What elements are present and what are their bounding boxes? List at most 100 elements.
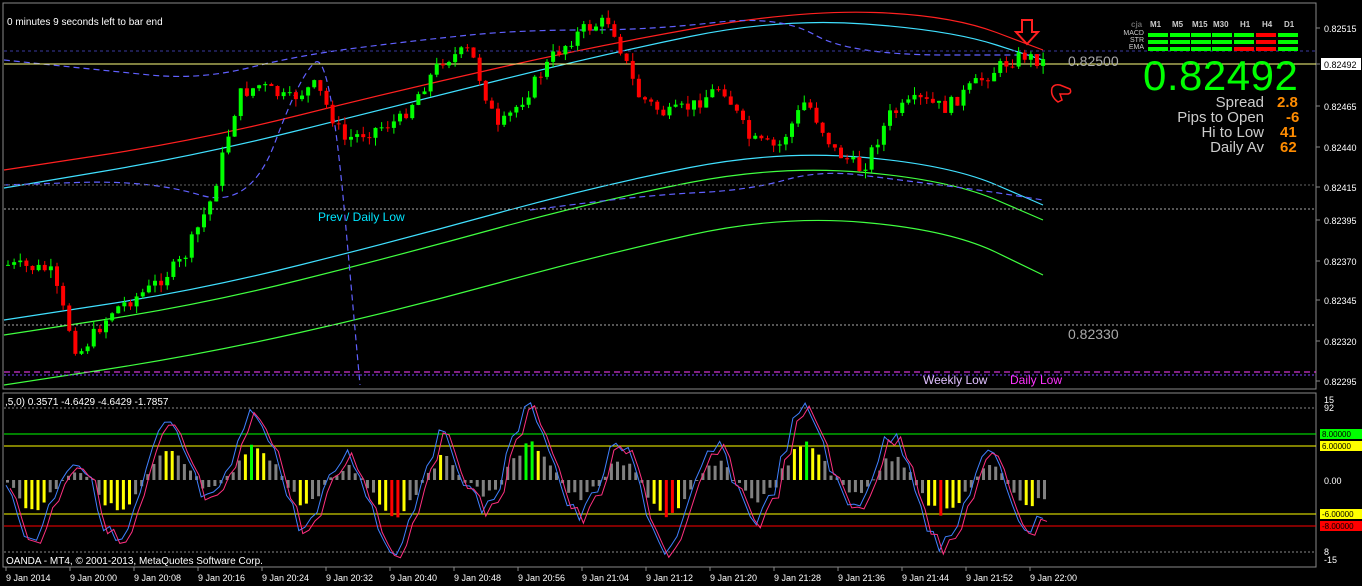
signal-cell (1234, 40, 1254, 44)
histogram-bar (396, 480, 400, 518)
candle-body (373, 127, 378, 138)
histogram-bar (933, 480, 937, 506)
candle-body (318, 80, 323, 91)
histogram-bar (1036, 480, 1040, 499)
histogram-bar (237, 460, 241, 480)
candle-body (643, 97, 647, 100)
candle-body (1035, 54, 1039, 66)
candle-body (930, 98, 935, 103)
candle-body (67, 305, 72, 331)
histogram-bar (268, 460, 272, 480)
candle-body (410, 104, 415, 119)
signal-cell (1278, 47, 1298, 51)
candle-body (104, 320, 108, 333)
candle-body (465, 47, 470, 49)
histogram-bar (347, 464, 351, 480)
histogram-bar (402, 480, 406, 512)
time-label: 9 Jan 20:08 (134, 573, 181, 583)
candle-body (1016, 52, 1021, 67)
candle-body (428, 74, 433, 92)
candle-body (110, 313, 115, 321)
histogram-bar (384, 480, 388, 511)
histogram-bar (372, 480, 375, 493)
candle-body (116, 306, 121, 314)
signal-cell (1191, 33, 1211, 37)
time-label: 9 Jan 21:20 (710, 573, 757, 583)
candle-body (416, 94, 421, 105)
copyright-text: OANDA - MT4, © 2001-2013, MetaQuotes Sof… (6, 556, 263, 567)
histogram-bar (536, 450, 540, 480)
horizontal-levels (4, 50, 1316, 553)
indicator-level-label: 8.00000 (1322, 430, 1351, 439)
main-chart-frame (2, 2, 1317, 390)
histogram-bar (921, 480, 924, 494)
candle-body (55, 266, 59, 286)
candle-body (624, 53, 629, 61)
signal-cell (1191, 40, 1211, 44)
candle-body (159, 280, 164, 286)
candle-body (606, 17, 611, 25)
candle-body (581, 24, 586, 32)
candle-body (434, 63, 439, 75)
histogram-bar (487, 480, 491, 491)
candle-body (171, 261, 176, 277)
signal-cell (1170, 33, 1190, 37)
candle-body (30, 265, 35, 271)
histogram-bar (207, 480, 211, 488)
histogram-bar (805, 441, 809, 480)
candle-body (820, 122, 825, 133)
big-price: 0.82492 (1143, 52, 1299, 99)
candle-body (906, 99, 911, 103)
histogram-bar (585, 480, 589, 493)
candle-body (961, 89, 966, 106)
candle-body (459, 47, 464, 55)
histogram-bar (719, 460, 723, 480)
candle-body (973, 78, 978, 84)
histogram-bar (689, 480, 693, 490)
signal-cell (1212, 40, 1232, 44)
candle-body (777, 144, 782, 146)
candle-body (367, 137, 372, 139)
candle-body (857, 156, 862, 171)
candle-body (900, 102, 905, 113)
candle-body (937, 100, 941, 103)
histogram-bar (414, 480, 418, 495)
candle-body (851, 156, 856, 160)
histogram-bar (994, 466, 998, 480)
candle-body (814, 107, 819, 123)
candle-body (612, 24, 617, 37)
histogram-bar (725, 467, 729, 480)
candle-body (526, 97, 531, 105)
histogram-bar (128, 480, 131, 505)
candle-body (97, 328, 102, 333)
candle-body (771, 139, 776, 146)
candle-body (146, 285, 151, 293)
candle-body (722, 89, 727, 97)
candle-body (312, 80, 317, 88)
histogram-bar (896, 456, 900, 480)
histogram-bar (481, 480, 485, 497)
stoch-signal-line (9, 405, 1048, 559)
histogram-bar (134, 480, 138, 495)
histogram-bar (756, 480, 760, 503)
signal-cell (1256, 33, 1276, 37)
candle-body (1022, 52, 1027, 60)
row-str: STR (1130, 37, 1144, 44)
candle-body (483, 80, 488, 101)
candle-body (716, 89, 721, 91)
histogram-bar (847, 480, 851, 493)
candle-body (489, 100, 494, 109)
histogram-bar (872, 479, 876, 481)
candle-body (514, 106, 519, 113)
indicator-axis-label: 92 (1324, 403, 1334, 413)
candle-body (208, 201, 213, 215)
signal-cell (1212, 47, 1232, 51)
candle-body (496, 108, 500, 125)
candle-body (214, 185, 219, 202)
candle-body (220, 152, 225, 186)
candle-body (447, 62, 451, 66)
histogram-bar (884, 458, 888, 480)
histogram-bar (591, 480, 595, 487)
candle-body (306, 87, 311, 96)
indicator-axis-label: -15 (1324, 555, 1337, 565)
